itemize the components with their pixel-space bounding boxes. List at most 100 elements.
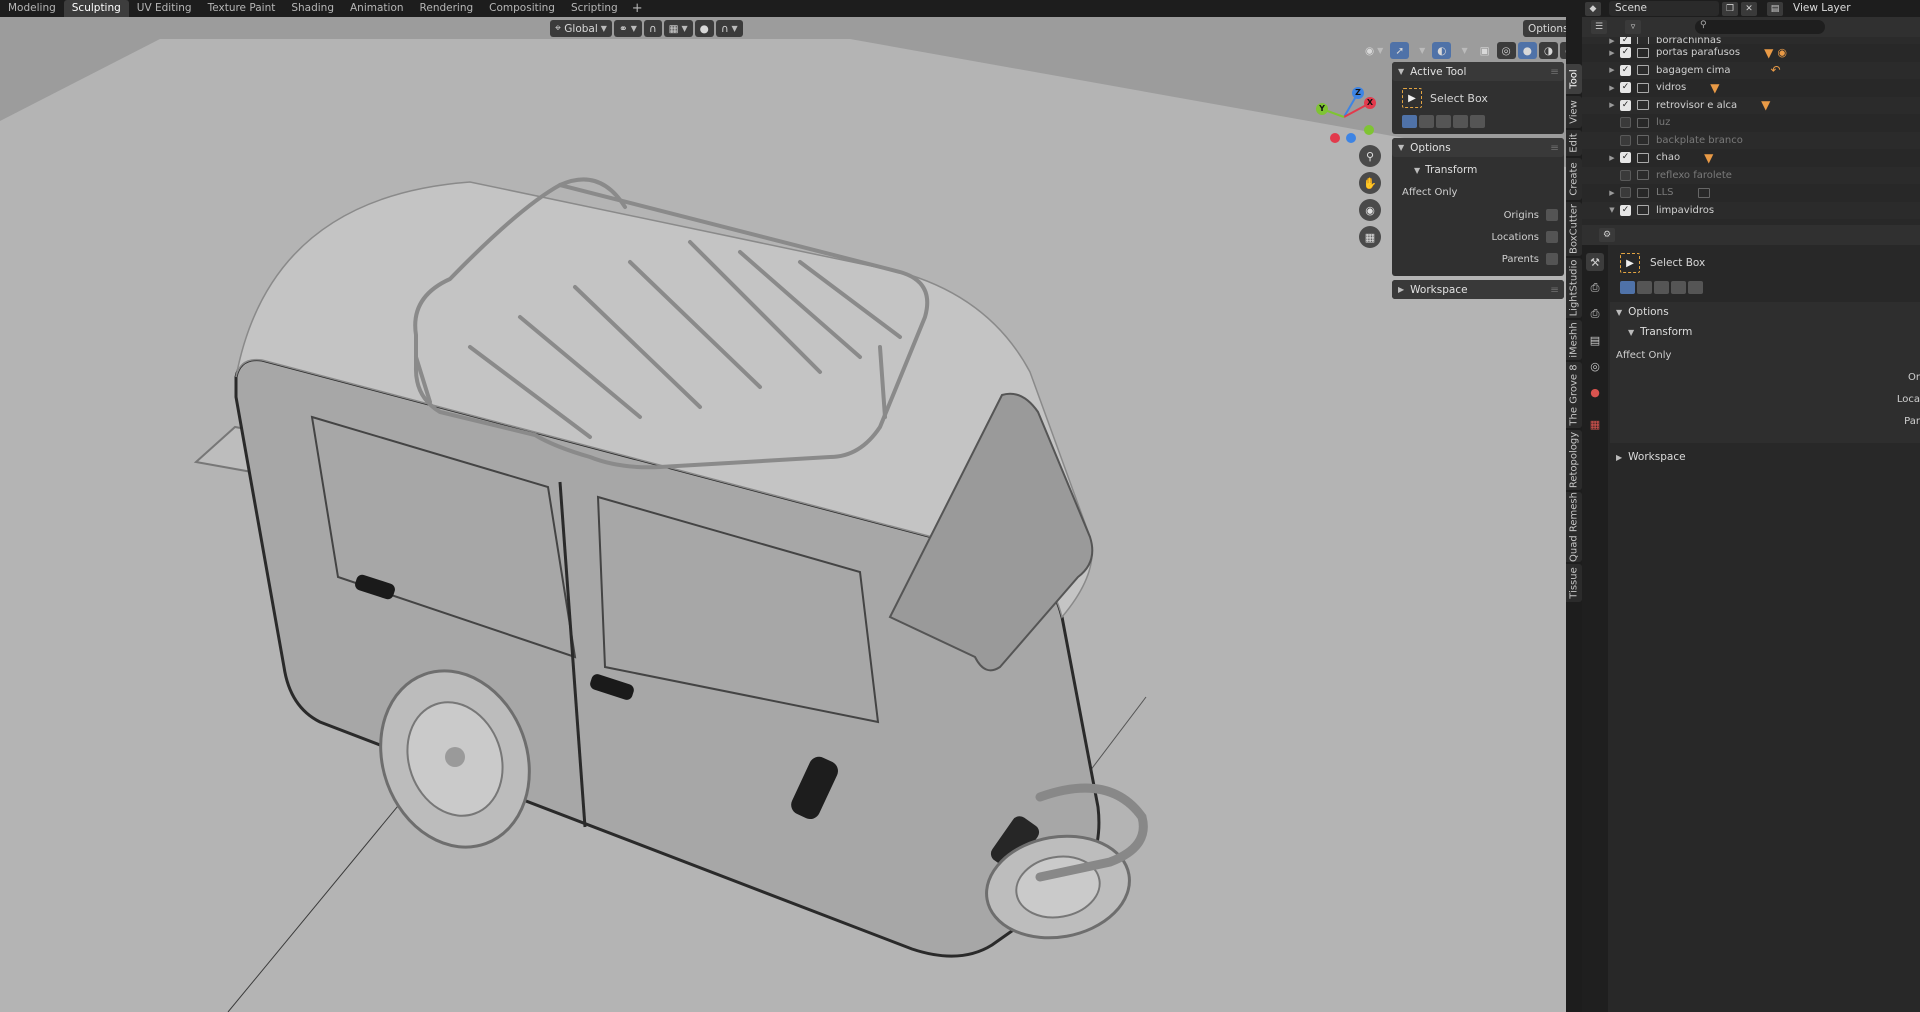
transform-subheader[interactable]: ▼ Transform — [1610, 322, 1920, 342]
sidebar-tab-boxcutter[interactable]: BoxCutter — [1566, 202, 1582, 256]
editor-type-icon[interactable]: ⚙ — [1599, 228, 1615, 242]
collection-name[interactable]: portas parafusos — [1656, 47, 1740, 58]
shading-material[interactable]: ◑ — [1538, 42, 1559, 59]
collection-checkbox[interactable] — [1620, 187, 1631, 199]
mode-extend-button[interactable] — [1419, 115, 1434, 128]
expand-arrow-icon[interactable]: ▶ — [1604, 49, 1620, 57]
tab-modeling[interactable]: Modeling — [0, 0, 64, 17]
workspace-header[interactable]: ▶ Workspace ≡ — [1392, 280, 1564, 299]
collection-name[interactable]: bagagem cima — [1656, 65, 1731, 76]
mode-invert-button[interactable] — [1453, 115, 1468, 128]
gizmo-y-axis[interactable]: Y — [1316, 103, 1328, 115]
collection-checkbox[interactable]: ✓ — [1620, 152, 1631, 164]
collection-name[interactable]: LLS — [1656, 187, 1674, 198]
outliner-row[interactable]: reflexo farolete — [1582, 166, 1920, 184]
mode-intersect-button[interactable] — [1470, 115, 1485, 128]
collection-name[interactable]: limpavidros — [1656, 205, 1714, 216]
collection-checkbox[interactable]: ✓ — [1620, 99, 1631, 111]
collection-checkbox[interactable]: ✓ — [1620, 64, 1631, 76]
collection-name[interactable]: borrachinhas — [1656, 37, 1721, 44]
add-workspace-button[interactable]: + — [626, 0, 649, 17]
mode-intersect-button[interactable] — [1688, 281, 1703, 294]
drag-grip-icon[interactable]: ≡ — [1550, 142, 1559, 154]
expand-arrow-icon[interactable]: ▶ — [1604, 37, 1620, 44]
tab-animation[interactable]: Animation — [342, 0, 412, 17]
sidebar-tab-retopology[interactable]: Retopology — [1566, 430, 1582, 490]
xray-toggle[interactable]: ▣ — [1475, 42, 1495, 59]
zoom-icon[interactable]: ⚲ — [1359, 145, 1381, 167]
display-mode-icon[interactable]: ☰ — [1591, 20, 1607, 34]
active-tool-row[interactable]: ▶ Select Box — [1398, 85, 1558, 111]
gizmo-neg-z-axis[interactable] — [1346, 133, 1356, 143]
mode-set-button[interactable] — [1620, 281, 1635, 294]
outliner-row[interactable]: ▶ ✓ portas parafusos ▼ ◉ — [1582, 44, 1920, 62]
expand-arrow-icon[interactable]: ▼ — [1604, 206, 1620, 214]
mode-subtract-button[interactable] — [1436, 115, 1451, 128]
collection-checkbox[interactable] — [1620, 169, 1631, 181]
navigation-gizmo[interactable]: Z X Y — [1306, 79, 1376, 149]
snap-dropdown[interactable]: ▦ ▼ — [663, 20, 693, 37]
pan-hand-icon[interactable]: ✋ — [1359, 172, 1381, 194]
outliner-row[interactable]: luz — [1582, 114, 1920, 132]
options-header[interactable]: ▼ Options ≡ — [1392, 138, 1564, 157]
gizmo-z-axis[interactable]: Z — [1352, 87, 1364, 99]
sidebar-tab-view[interactable]: View — [1566, 96, 1582, 128]
expand-arrow-icon[interactable]: ▶ — [1604, 189, 1620, 197]
sidebar-tab-edit[interactable]: Edit — [1566, 130, 1582, 156]
mode-set-button[interactable] — [1402, 115, 1417, 128]
tab-shading[interactable]: Shading — [283, 0, 342, 17]
drag-grip-icon[interactable]: ≡ — [1550, 284, 1559, 296]
sidebar-tab-tool[interactable]: Tool — [1566, 64, 1582, 94]
collection-checkbox[interactable]: ✓ — [1620, 47, 1631, 59]
shading-wireframe[interactable]: ◎ — [1496, 42, 1516, 59]
3d-viewport[interactable]: ⌖ Global▼ ⚭▼ ∩ ▦▼ ● ∩▼ Options▼ ◉▼ ➚ ▼ ◐… — [0, 17, 1566, 1012]
collection-name[interactable]: backplate branco — [1656, 135, 1743, 146]
shading-solid[interactable]: ● — [1517, 42, 1537, 59]
outliner-row[interactable]: backplate branco — [1582, 131, 1920, 149]
sidebar-tab-quad-remesh[interactable]: Quad Remesh — [1566, 492, 1582, 562]
output-icon[interactable]: ⎙ — [1586, 305, 1604, 323]
scene-browse-icon[interactable]: ◆ — [1585, 1, 1601, 16]
collection-checkbox[interactable] — [1620, 134, 1631, 146]
collection-checkbox[interactable] — [1620, 117, 1631, 129]
collection-checkbox[interactable]: ✓ — [1620, 82, 1631, 94]
gizmo-neg-y-axis[interactable] — [1364, 125, 1374, 135]
view-layer-browse-icon[interactable]: ▤ — [1767, 1, 1783, 16]
view-layer-icon[interactable]: ▤ — [1586, 331, 1604, 349]
transform-subheader[interactable]: ▼ Transform — [1398, 161, 1558, 179]
expand-arrow-icon[interactable]: ▶ — [1604, 84, 1620, 92]
active-tool-header[interactable]: ▼ Active Tool ≡ — [1392, 62, 1564, 81]
world-icon[interactable]: ● — [1586, 383, 1604, 401]
tab-uv-editing[interactable]: UV Editing — [129, 0, 200, 17]
outliner-search-input[interactable]: ⚲ — [1695, 20, 1825, 34]
render-icon[interactable]: ⎙ — [1586, 279, 1604, 297]
transform-orientation-dropdown[interactable]: ⌖ Global ▼ — [550, 20, 612, 37]
sidebar-tab-the-grove[interactable]: The Grove 8 — [1566, 362, 1582, 428]
outliner-row[interactable]: ▶ ✓ retrovisor e alca ▼ — [1582, 96, 1920, 114]
parents-checkbox[interactable] — [1546, 253, 1558, 265]
expand-arrow-icon[interactable]: ▶ — [1604, 154, 1620, 162]
delete-scene-icon[interactable]: ✕ — [1741, 1, 1757, 16]
collection-name[interactable]: reflexo farolete — [1656, 170, 1732, 181]
collection-name[interactable]: vidros — [1656, 82, 1686, 93]
options-dropdown[interactable]: Options▼ — [1523, 20, 1566, 37]
collection-name[interactable]: retrovisor e alca — [1656, 100, 1737, 111]
shading-rendered[interactable]: ◔ — [1560, 42, 1566, 59]
gizmo-neg-x-axis[interactable] — [1330, 133, 1340, 143]
falloff-dropdown[interactable]: ∩ ▼ — [715, 20, 743, 37]
snap-toggle[interactable]: ∩ — [643, 20, 662, 37]
locations-checkbox[interactable] — [1546, 231, 1558, 243]
mode-invert-button[interactable] — [1671, 281, 1686, 294]
mode-subtract-button[interactable] — [1654, 281, 1669, 294]
collection-name[interactable]: luz — [1656, 117, 1670, 128]
tab-scripting[interactable]: Scripting — [563, 0, 626, 17]
overlays-toggle[interactable]: ◐ — [1432, 42, 1452, 59]
camera-icon[interactable]: ◉ — [1359, 199, 1381, 221]
view-layer-field[interactable]: View Layer — [1787, 1, 1877, 16]
outliner-row[interactable]: ▶ LLS — [1582, 184, 1920, 202]
collection-checkbox[interactable]: ✓ — [1620, 204, 1631, 216]
active-tool-row[interactable]: ▶ Select Box — [1610, 245, 1920, 277]
outliner-row[interactable]: ▶ ✓ bagagem cima ↶ — [1582, 61, 1920, 79]
visibility-dropdown[interactable]: ◉ ▼ — [1360, 42, 1388, 59]
sidebar-tab-tissue[interactable]: Tissue — [1566, 564, 1582, 602]
